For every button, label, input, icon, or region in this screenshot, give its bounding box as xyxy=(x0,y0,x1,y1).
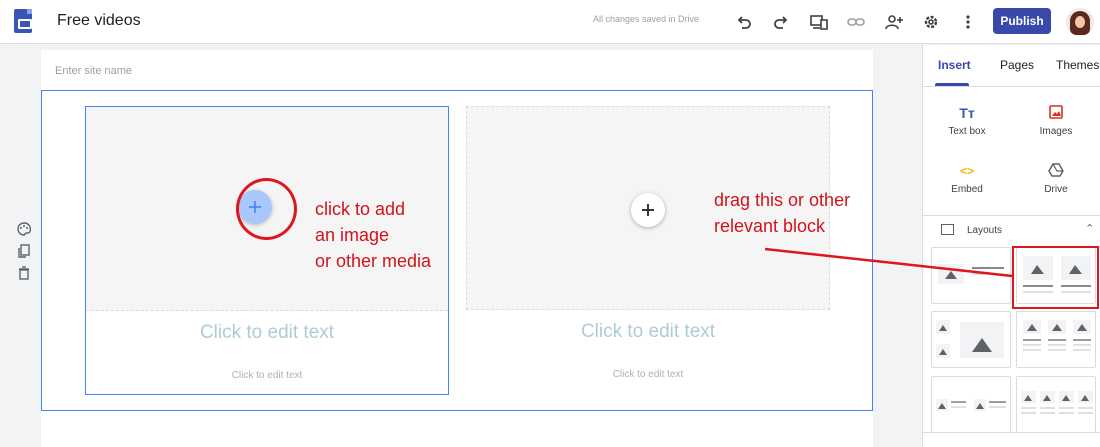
image-icon xyxy=(1046,105,1066,121)
preview-devices-icon[interactable] xyxy=(807,10,831,34)
insert-embed-label: Embed xyxy=(951,184,983,195)
insert-text-box-label: Text box xyxy=(948,126,986,137)
google-sites-logo-icon[interactable] xyxy=(14,9,32,33)
undo-icon[interactable] xyxy=(732,10,756,34)
section-tools xyxy=(14,219,34,285)
text-title-2[interactable]: Click to edit text xyxy=(466,321,830,343)
tab-insert[interactable]: Insert xyxy=(938,58,971,72)
redo-icon[interactable] xyxy=(769,10,793,34)
drive-icon xyxy=(1046,163,1066,179)
annotation-circle xyxy=(236,178,297,240)
page-canvas: Enter site name Click to edit text Click… xyxy=(41,50,873,447)
insert-embed[interactable]: <> Embed xyxy=(932,163,1002,195)
layout-thumb-1[interactable] xyxy=(931,247,1011,304)
text-box-icon: Tт xyxy=(959,105,975,121)
annotation-add-media: click to add an image or other media xyxy=(315,199,432,271)
layout-thumb-3[interactable] xyxy=(931,311,1011,368)
annotation-drag-block: drag this or other relevant block xyxy=(714,190,851,236)
top-bar: Free videos All changes saved in Drive P… xyxy=(0,0,1100,44)
layout-thumb-6[interactable] xyxy=(1016,376,1096,433)
text-body-1[interactable]: Click to edit text xyxy=(86,370,448,381)
text-title-1[interactable]: Click to edit text xyxy=(86,322,448,344)
publish-button[interactable]: Publish xyxy=(993,8,1051,34)
delete-icon[interactable] xyxy=(14,263,34,283)
layout-thumb-4[interactable] xyxy=(1016,311,1096,368)
column-2[interactable]: Click to edit text Click to edit text xyxy=(466,106,830,395)
add-media-button-2[interactable] xyxy=(631,193,665,227)
site-name-input[interactable]: Enter site name xyxy=(55,65,132,77)
link-icon[interactable] xyxy=(844,10,868,34)
save-status: All changes saved in Drive xyxy=(593,14,700,24)
insert-images-label: Images xyxy=(1039,126,1073,137)
insert-drive[interactable]: Drive xyxy=(1021,163,1091,195)
share-add-person-icon[interactable] xyxy=(882,10,906,34)
settings-gear-icon[interactable] xyxy=(919,10,943,34)
insert-text-box[interactable]: Tт Text box xyxy=(932,105,1002,137)
text-body-2[interactable]: Click to edit text xyxy=(466,369,830,380)
annotation-highlight-box xyxy=(1012,246,1099,309)
insert-images[interactable]: Images xyxy=(1021,105,1091,137)
insert-drive-label: Drive xyxy=(1044,184,1068,195)
layout-thumb-5[interactable] xyxy=(931,376,1011,433)
collapse-chevron-icon[interactable]: ⌃ xyxy=(1085,222,1094,235)
palette-icon[interactable] xyxy=(14,219,34,239)
doc-title[interactable]: Free videos xyxy=(57,12,141,30)
avatar[interactable] xyxy=(1066,8,1094,36)
tab-pages[interactable]: Pages xyxy=(1000,58,1034,72)
tab-themes[interactable]: Themes xyxy=(1056,58,1099,72)
content-section[interactable]: Click to edit text Click to edit text Cl… xyxy=(41,90,873,411)
duplicate-icon[interactable] xyxy=(14,241,34,261)
layouts-icon xyxy=(941,224,954,235)
layouts-header[interactable]: Layouts xyxy=(967,225,1002,236)
more-vert-icon[interactable] xyxy=(956,10,980,34)
embed-icon: <> xyxy=(959,164,974,178)
